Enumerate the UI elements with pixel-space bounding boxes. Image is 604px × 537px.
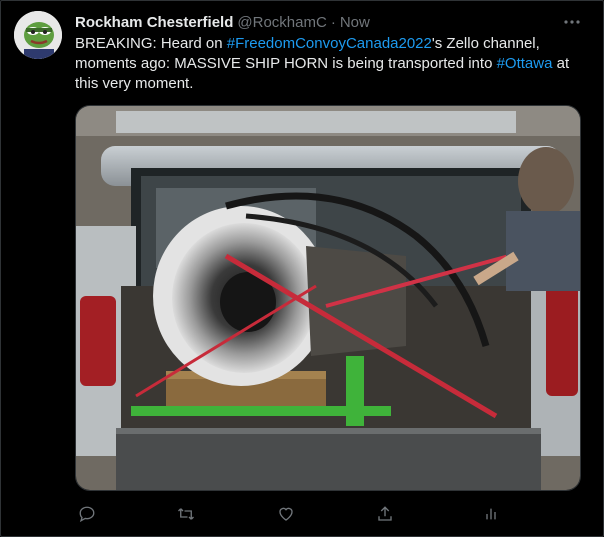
- author-name[interactable]: Rockham Chesterfield: [75, 14, 233, 31]
- tweet-text: BREAKING: Heard on #FreedomConvoyCanada2…: [75, 34, 587, 94]
- more-options-button[interactable]: [560, 10, 584, 34]
- timestamp[interactable]: Now: [340, 14, 370, 31]
- tweet-actions: [75, 500, 515, 528]
- analytics-icon: [486, 508, 496, 520]
- hashtag-link[interactable]: #Ottawa: [497, 55, 553, 72]
- tweet-header: Rockham Chesterfield @RockhamC · Now: [75, 12, 555, 32]
- tweet-text-part: BREAKING: Heard on: [75, 35, 227, 52]
- hashtag-link[interactable]: #FreedomConvoyCanada2022: [227, 35, 432, 52]
- share-button[interactable]: [373, 500, 397, 528]
- reply-icon: [79, 506, 95, 523]
- reply-button[interactable]: [75, 500, 99, 528]
- pepe-frog-avatar-icon: [14, 11, 62, 59]
- ship-horn-truck-photo: [76, 106, 580, 490]
- heart-icon: [279, 507, 293, 521]
- retweet-icon: [178, 508, 194, 520]
- analytics-button[interactable]: [479, 500, 503, 528]
- share-icon: [378, 506, 392, 521]
- avatar[interactable]: [14, 11, 62, 59]
- tweet-media-image[interactable]: [75, 105, 581, 491]
- author-handle[interactable]: @RockhamC: [237, 14, 326, 31]
- retweet-button[interactable]: [174, 500, 198, 528]
- separator-dot: ·: [330, 13, 336, 31]
- like-button[interactable]: [274, 500, 298, 528]
- more-horizontal-icon: [564, 20, 580, 24]
